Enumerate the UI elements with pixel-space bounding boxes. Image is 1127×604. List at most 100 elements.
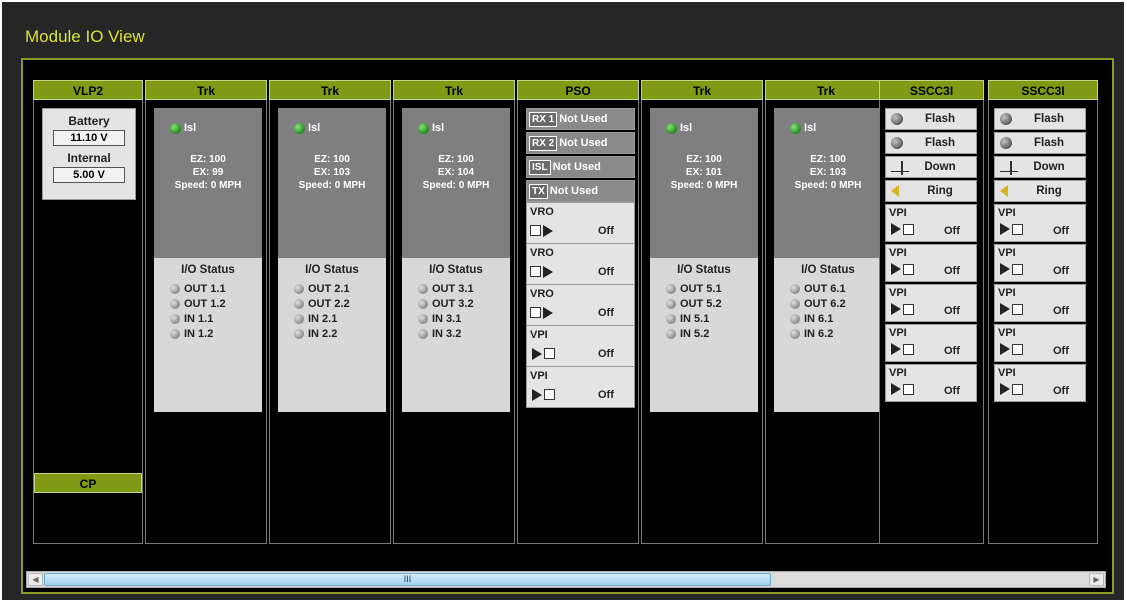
checkbox[interactable]	[1012, 343, 1023, 355]
flash-button[interactable]: Flash	[994, 132, 1086, 154]
ex-value: EX: 104	[437, 167, 475, 178]
vpi-control[interactable]: VPI Off	[526, 325, 635, 367]
button-label: Ring	[927, 185, 953, 197]
play-icon[interactable]	[891, 223, 901, 236]
rx1-tag: RX 1	[529, 112, 558, 127]
vpi-control[interactable]: VPI Off	[994, 324, 1086, 362]
scrollbar-thumb[interactable]: III	[44, 573, 771, 586]
play-icon[interactable]	[1000, 263, 1010, 276]
vpi-control[interactable]: VPI Off	[885, 324, 977, 362]
vro-control[interactable]: VRO Off	[526, 243, 635, 285]
isl-tag: ISL	[529, 160, 551, 175]
scroll-left-arrow-icon[interactable]: ◀	[28, 573, 43, 586]
vpi-control[interactable]: VPI Off	[885, 364, 977, 402]
io-label: IN 5.1	[680, 313, 710, 325]
checkbox[interactable]	[1012, 263, 1023, 275]
ring-button[interactable]: Ring	[885, 180, 977, 202]
trk-column-5: Trk Isl EZ: 100 EX: 101 Speed: 0 MPH I/O…	[641, 80, 763, 544]
io-item: OUT 3.2	[418, 297, 510, 312]
trk-column-3: Trk Isl EZ: 100 EX: 104 Speed: 0 MPH I/O…	[393, 80, 515, 544]
play-icon[interactable]	[1000, 303, 1010, 316]
play-icon[interactable]	[891, 343, 901, 356]
down-button[interactable]: Down	[885, 156, 977, 178]
battery-value: 11.10 V	[53, 130, 125, 146]
scroll-right-arrow-icon[interactable]: ▶	[1089, 573, 1104, 586]
trk-body: Isl EZ: 100 EX: 101 Speed: 0 MPH I/O Sta…	[641, 100, 763, 544]
checkbox[interactable]	[530, 266, 541, 278]
vpi-control[interactable]: VPI Off	[885, 204, 977, 242]
checkbox[interactable]	[903, 383, 914, 395]
io-item: IN 5.1	[666, 312, 758, 327]
checkbox[interactable]	[903, 343, 914, 355]
checkbox[interactable]	[1012, 223, 1023, 235]
isl-indicator: Isl	[294, 122, 320, 134]
gray-led-icon	[418, 284, 428, 295]
io-status-panel: I/O Status OUT 1.1 OUT 1.2 IN 1.1 IN 1.2	[154, 258, 262, 412]
trk-body: Isl EZ: 100 EX: 99 Speed: 0 MPH I/O Stat…	[145, 100, 267, 544]
flash-button[interactable]: Flash	[885, 108, 977, 130]
trk-status-panel: Isl EZ: 100 EX: 103 Speed: 0 MPH	[278, 108, 386, 258]
flash-button[interactable]: Flash	[994, 108, 1086, 130]
control-label: VRO	[530, 247, 554, 259]
checkbox[interactable]	[903, 303, 914, 315]
vpi-control[interactable]: VPI Off	[994, 244, 1086, 282]
io-label: IN 2.1	[308, 313, 338, 325]
pso-status: Not Used	[552, 161, 601, 173]
checkbox[interactable]	[1012, 383, 1023, 395]
trk-status-panel: Isl EZ: 100 EX: 103 Speed: 0 MPH	[774, 108, 882, 258]
down-button[interactable]: Down	[994, 156, 1086, 178]
play-icon[interactable]	[891, 303, 901, 316]
play-icon[interactable]	[543, 265, 553, 278]
control-label: VPI	[889, 367, 907, 379]
play-icon[interactable]	[891, 383, 901, 396]
checkbox[interactable]	[903, 223, 914, 235]
speed-value: Speed: 0 MPH	[794, 180, 862, 191]
control-label: VRO	[530, 206, 554, 218]
ring-button[interactable]: Ring	[994, 180, 1086, 202]
vpi-control[interactable]: VPI Off	[994, 204, 1086, 242]
play-icon[interactable]	[543, 306, 553, 319]
checkbox[interactable]	[1012, 303, 1023, 315]
vpi-control[interactable]: VPI Off	[994, 284, 1086, 322]
checkbox[interactable]	[903, 263, 914, 275]
vro-control[interactable]: VRO Off	[526, 284, 635, 326]
ez-value: EZ: 100	[314, 154, 350, 165]
io-status-title: I/O Status	[801, 264, 855, 276]
control-state: Off	[944, 225, 960, 237]
play-icon[interactable]	[543, 224, 553, 237]
control-widgets	[889, 263, 914, 276]
checkbox[interactable]	[530, 307, 541, 319]
isl-label: Isl	[804, 122, 817, 134]
ex-value: EX: 103	[809, 167, 847, 178]
play-icon[interactable]	[1000, 343, 1010, 356]
control-label: VRO	[530, 288, 554, 300]
io-label: OUT 5.1	[680, 283, 722, 295]
isl-label: Isl	[680, 122, 693, 134]
vpi-control[interactable]: VPI Off	[526, 366, 635, 408]
play-icon[interactable]	[891, 263, 901, 276]
trk-info: EZ: 100 EX: 104 Speed: 0 MPH	[402, 153, 510, 192]
play-icon[interactable]	[532, 347, 542, 360]
checkbox[interactable]	[544, 348, 555, 360]
control-state: Off	[944, 305, 960, 317]
control-widgets	[998, 263, 1023, 276]
trk-column-2: Trk Isl EZ: 100 EX: 103 Speed: 0 MPH I/O…	[269, 80, 391, 544]
play-icon[interactable]	[1000, 223, 1010, 236]
sscc3i-header: SSCC3I	[988, 80, 1098, 100]
vro-control[interactable]: VRO Off	[526, 202, 635, 244]
checkbox[interactable]	[544, 389, 555, 401]
io-item: OUT 1.2	[170, 297, 262, 312]
io-item: IN 3.2	[418, 327, 510, 342]
io-list: OUT 6.1 OUT 6.2 IN 6.1 IN 6.2	[790, 282, 882, 342]
horizontal-scrollbar[interactable]: ◀ III ▶	[26, 571, 1106, 588]
internal-value: 5.00 V	[53, 167, 125, 183]
play-icon[interactable]	[1000, 383, 1010, 396]
flash-button[interactable]: Flash	[885, 132, 977, 154]
vpi-control[interactable]: VPI Off	[885, 284, 977, 322]
checkbox[interactable]	[530, 225, 541, 237]
play-icon[interactable]	[532, 388, 542, 401]
vpi-control[interactable]: VPI Off	[885, 244, 977, 282]
ez-value: EZ: 100	[810, 154, 846, 165]
vpi-control[interactable]: VPI Off	[994, 364, 1086, 402]
control-label: VPI	[998, 287, 1016, 299]
